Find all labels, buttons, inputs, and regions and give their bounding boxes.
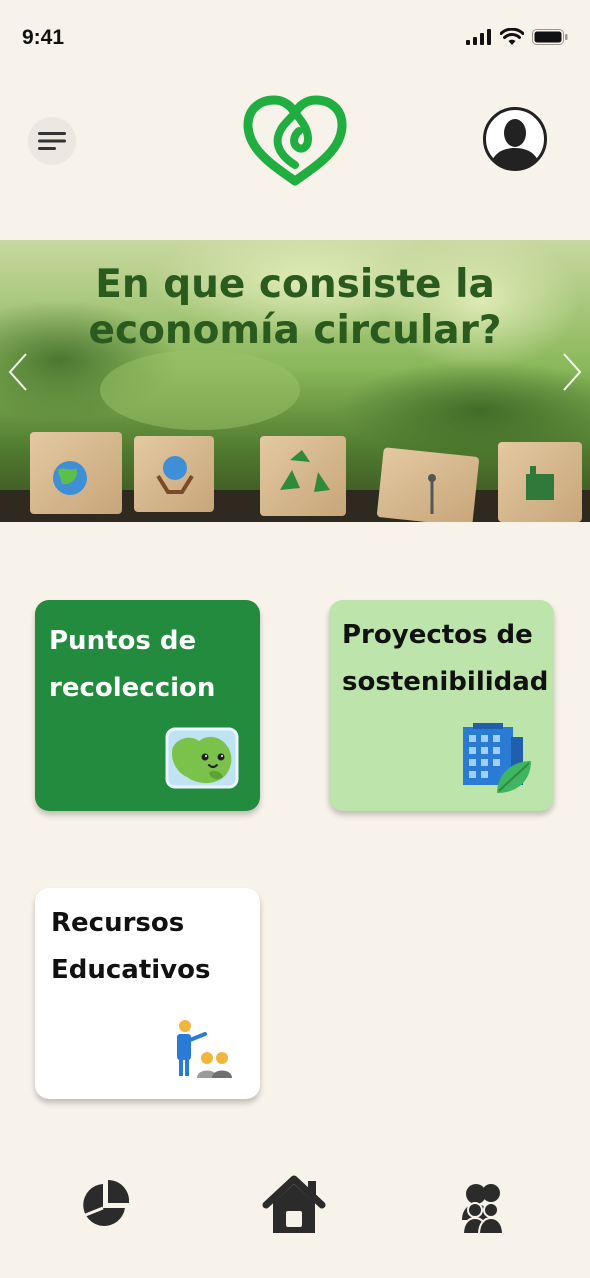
user-avatar-icon [483, 107, 547, 171]
menu-icon [38, 132, 66, 150]
pie-chart-icon[interactable] [79, 1180, 129, 1230]
card-label: Puntos de recoleccion [49, 626, 216, 703]
heart-leaf-logo [243, 95, 347, 186]
menu-button[interactable] [28, 117, 76, 165]
status-time: 9:41 [22, 26, 65, 49]
status-bar: 9:41 [0, 0, 590, 80]
teacher-students-icon [177, 1020, 232, 1078]
earth-map-icon [165, 727, 239, 789]
eco-building-icon [463, 723, 531, 793]
card-proyectos-de-sostenibilidad[interactable]: Proyectos de sostenibilidad [329, 600, 554, 811]
status-icons [466, 28, 568, 46]
top-bar [0, 95, 590, 195]
card-recursos-educativos[interactable]: Recursos Educativos [35, 888, 260, 1099]
chevron-left-icon[interactable] [6, 352, 30, 392]
community-icon[interactable] [458, 1180, 508, 1234]
card-puntos-de-recoleccion[interactable]: Puntos de recoleccion [35, 600, 260, 811]
card-label: Recursos Educativos [51, 908, 211, 985]
card-label: Proyectos de sostenibilidad [342, 620, 549, 697]
battery-icon [532, 29, 568, 45]
wifi-icon [500, 28, 524, 45]
banner-title: En que consiste la economía circular? [88, 262, 502, 353]
chevron-right-icon[interactable] [560, 352, 584, 392]
home-icon[interactable] [262, 1175, 326, 1235]
bottom-navigation [0, 1170, 590, 1250]
cellular-signal-icon [466, 29, 491, 45]
hero-banner[interactable]: En que consiste la economía circular? [0, 240, 590, 522]
profile-button[interactable] [482, 106, 548, 172]
